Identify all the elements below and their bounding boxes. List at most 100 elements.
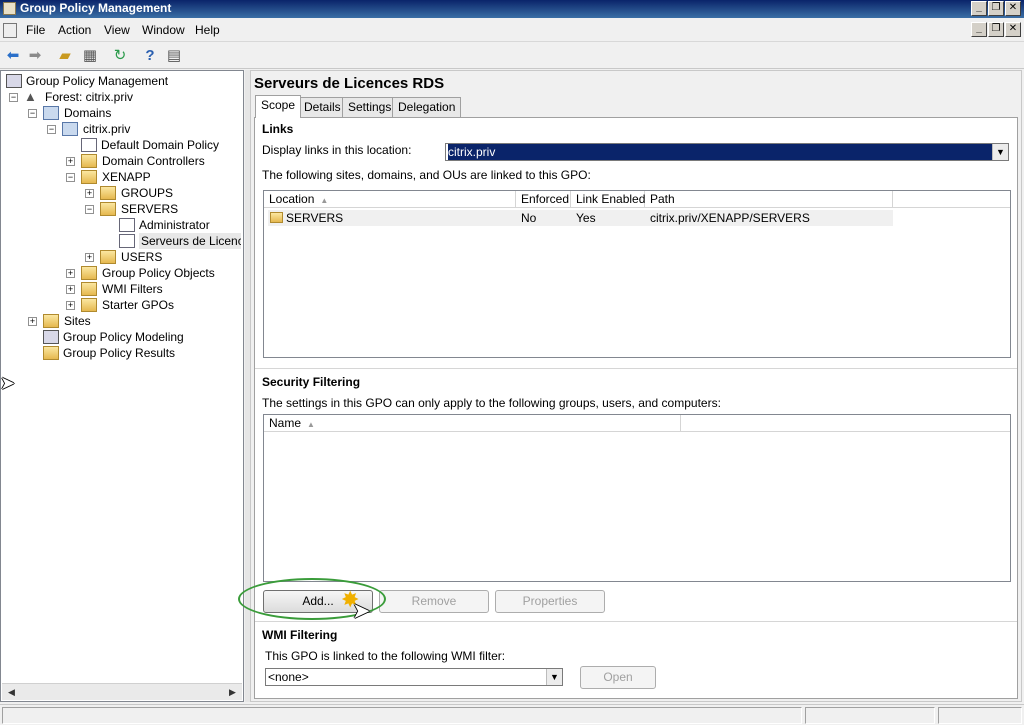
title-bar: Group Policy Management _ ❐ ✕ [0,0,1024,18]
links-list-caption: The following sites, domains, and OUs ar… [262,168,591,182]
ou-folder-icon [100,202,116,216]
column-header-location[interactable]: Location ▲ [264,191,516,208]
section-divider [255,368,1017,369]
tab-details[interactable]: Details [298,97,347,117]
security-filtering-caption: The settings in this GPO can only apply … [262,396,721,410]
menu-view[interactable]: View [104,23,130,37]
tab-settings[interactable]: Settings [342,97,398,117]
gpo-link-icon [119,218,135,232]
expand-icon[interactable]: + [66,285,75,294]
security-list-header: Name ▲ [264,415,1010,432]
ou-folder-icon [100,250,116,264]
results-icon [43,346,59,360]
column-header-enforced[interactable]: Enforced [516,191,571,208]
display-links-label: Display links in this location: [262,143,412,157]
modeling-icon [43,330,59,344]
menu-action[interactable]: Action [58,23,91,37]
mouse-cursor-icon: ➤ [0,373,16,393]
status-panel [938,707,1022,724]
security-filtering-heading: Security Filtering [262,375,361,389]
wmi-filter-dropdown[interactable]: <none> ▼ [265,668,563,686]
tree-horizontal-scrollbar[interactable]: ◀ ▶ [2,683,242,700]
menu-help[interactable]: Help [195,23,220,37]
table-row[interactable]: SERVERS No Yes citrix.priv/XENAPP/SERVER… [268,210,893,226]
location-dropdown[interactable]: citrix.priv ▼ [445,143,1009,161]
link-enforced-cell: No [521,211,537,225]
status-panel [2,707,802,724]
collapse-icon[interactable]: − [47,125,56,134]
expand-icon[interactable]: + [85,253,94,262]
forest-icon: ▲ [24,89,37,104]
gpmc-root-icon [6,74,22,88]
show-hide-tree-icon[interactable]: ▦ [80,46,100,65]
properties-icon[interactable]: ▤ [164,46,184,65]
scroll-right-icon[interactable]: ▶ [225,686,240,699]
wmi-filter-value: <none> [268,670,309,684]
expand-icon[interactable]: + [85,189,94,198]
links-list[interactable]: Location ▲ Enforced Link Enabled Path SER… [263,190,1011,358]
ou-folder-icon [100,186,116,200]
wmi-filter-icon [81,282,97,296]
column-header-name[interactable]: Name ▲ [264,415,681,432]
help-icon[interactable]: ? [140,46,160,65]
collapse-icon[interactable]: − [9,93,18,102]
link-path-cell: citrix.priv/XENAPP/SERVERS [650,211,810,225]
minimize-icon[interactable]: _ [971,1,987,16]
expand-icon[interactable]: + [66,301,75,310]
security-filtering-list[interactable]: Name ▲ [263,414,1011,582]
menu-bar: File Action View Window Help _ ❐ ✕ [0,20,1024,42]
gpo-link-icon [119,234,135,248]
expand-icon[interactable]: + [28,317,37,326]
refresh-icon[interactable]: ↻ [110,46,130,65]
toolbar: ⬅ ➡ ▰ ▦ ↻ ? ▤ [0,43,1024,69]
starter-gpo-icon [81,298,97,312]
back-icon[interactable]: ⬅ [3,46,23,65]
wmi-filtering-caption: This GPO is linked to the following WMI … [265,649,506,663]
sites-icon [43,314,59,328]
location-dropdown-value: citrix.priv [448,144,1008,160]
remove-button[interactable]: Remove [379,590,489,613]
scroll-left-icon[interactable]: ◀ [4,686,19,699]
child-restore-icon[interactable]: ❐ [988,22,1004,37]
ou-folder-icon [270,212,283,223]
close-icon[interactable]: ✕ [1005,1,1021,16]
open-button[interactable]: Open [580,666,656,689]
dropdown-arrow-icon[interactable]: ▼ [992,144,1008,160]
sort-ascending-icon: ▲ [307,420,315,429]
restore-icon[interactable]: ❐ [988,1,1004,16]
expand-icon[interactable]: + [66,157,75,166]
child-close-icon[interactable]: ✕ [1005,22,1021,37]
domains-icon [43,106,59,120]
forward-icon[interactable]: ➡ [25,46,45,65]
up-folder-icon[interactable]: ▰ [55,46,75,65]
link-enabled-cell: Yes [576,211,596,225]
gpo-link-icon [81,138,97,152]
status-panel [805,707,935,724]
properties-button[interactable]: Properties [495,590,605,613]
menu-window[interactable]: Window [142,23,185,37]
tab-scope[interactable]: Scope [255,95,302,118]
dropdown-arrow-icon[interactable]: ▼ [546,669,562,685]
navigation-tree: Group Policy Management − ▲ Forest: citr… [0,70,244,702]
tab-delegation[interactable]: Delegation [392,97,462,117]
page-title: Serveurs de Licences RDS [254,75,445,92]
menu-file[interactable]: File [26,23,45,37]
gpo-container-icon [81,266,97,280]
wmi-filtering-heading: WMI Filtering [262,628,338,642]
link-location-cell: SERVERS [286,211,344,225]
column-header-link-enabled[interactable]: Link Enabled [571,191,645,208]
collapse-icon[interactable]: − [85,205,94,214]
document-icon[interactable] [3,23,17,38]
collapse-icon[interactable]: − [28,109,37,118]
app-icon [3,2,16,15]
mouse-cursor-icon: ➤ [352,598,371,623]
domain-icon [62,122,78,136]
window-title: Group Policy Management [20,1,172,15]
links-list-header: Location ▲ Enforced Link Enabled Path [264,191,1010,208]
expand-icon[interactable]: + [66,269,75,278]
links-heading: Links [262,122,294,136]
column-header-path[interactable]: Path [645,191,893,208]
collapse-icon[interactable]: − [66,173,75,182]
child-minimize-icon[interactable]: _ [971,22,987,37]
ou-folder-icon [81,170,97,184]
